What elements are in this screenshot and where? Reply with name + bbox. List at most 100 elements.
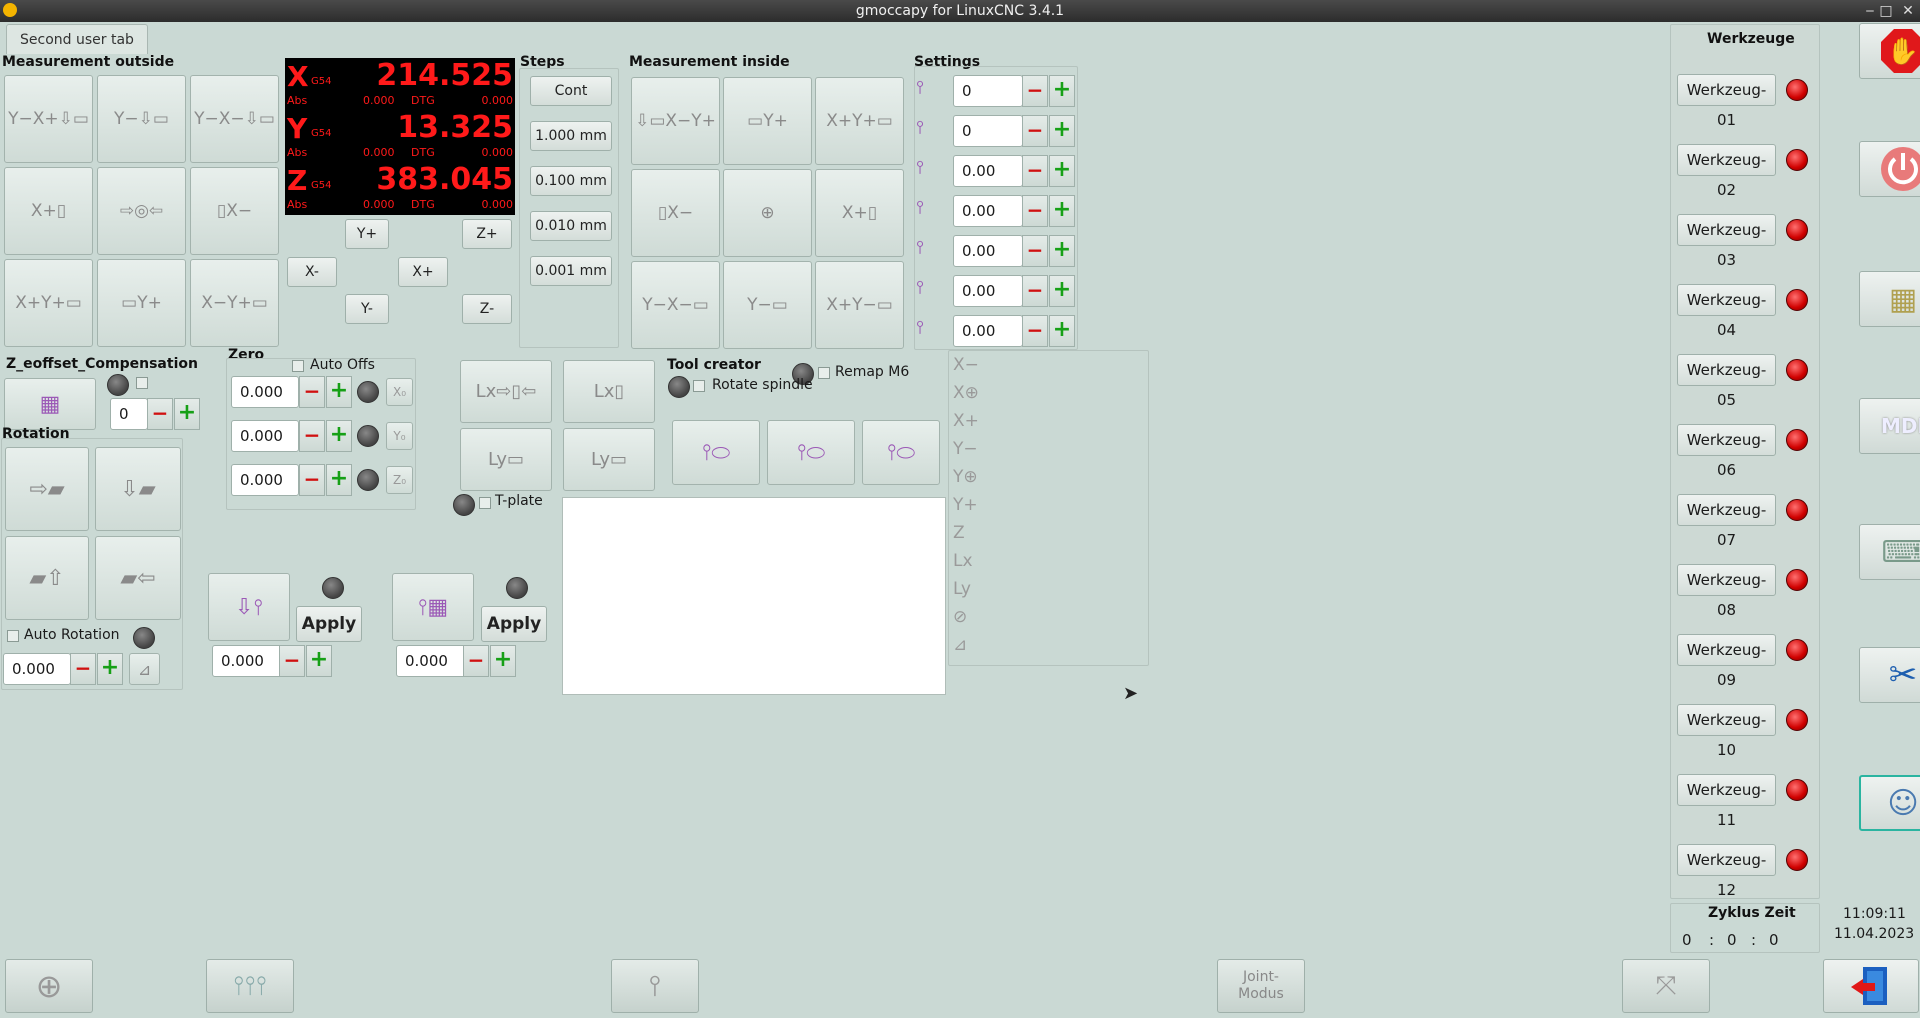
tool-button-1[interactable]: Werkzeug-01 bbox=[1677, 74, 1776, 129]
settings-field-2[interactable]: 0 bbox=[953, 115, 1023, 147]
ly-outside-button[interactable]: Ly▭ bbox=[460, 428, 552, 491]
settings-field-3[interactable]: 0.00 bbox=[953, 155, 1023, 187]
apply2-plus-button[interactable]: + bbox=[490, 645, 516, 677]
eoffset-probe-button[interactable]: ▦ bbox=[4, 378, 96, 430]
zero-field-1[interactable]: 0.000 bbox=[231, 376, 299, 408]
tool-creator-button-2[interactable]: ⫯⬭ bbox=[767, 420, 855, 485]
jog-z-plus-button[interactable]: Z+ bbox=[462, 219, 512, 249]
settings-plus-1[interactable]: + bbox=[1049, 75, 1075, 107]
remap-checkbox[interactable] bbox=[818, 367, 830, 379]
auto-offs-checkbox[interactable] bbox=[292, 360, 304, 372]
measure-outside-button-5[interactable]: ⇨◎⇦ bbox=[97, 167, 186, 255]
settings-field-4[interactable]: 0.00 bbox=[953, 195, 1023, 227]
zero-axis-button-1[interactable]: X₀ bbox=[386, 378, 413, 406]
step-cont-button[interactable]: Cont bbox=[530, 76, 612, 106]
tool-button-9[interactable]: Werkzeug-09 bbox=[1677, 634, 1776, 689]
rotation-x-button[interactable]: ⇨▰ bbox=[5, 447, 89, 531]
settings-minus-3[interactable]: − bbox=[1022, 155, 1048, 187]
ly-inside-button[interactable]: Ly▭ bbox=[563, 428, 655, 491]
settings-plus-5[interactable]: + bbox=[1049, 235, 1075, 267]
close-button[interactable]: ✕ bbox=[1898, 0, 1918, 22]
zero-field-2[interactable]: 0.000 bbox=[231, 420, 299, 452]
tool-button-7[interactable]: Werkzeug-07 bbox=[1677, 494, 1776, 549]
settings-minus-2[interactable]: − bbox=[1022, 115, 1048, 147]
measure-inside-button-1[interactable]: ⇩▭X−Y+ bbox=[631, 77, 720, 165]
tab-second-user[interactable]: Second user tab bbox=[6, 24, 148, 54]
zero-minus-1[interactable]: − bbox=[299, 376, 325, 408]
lx-inside-button[interactable]: Lx▯ bbox=[563, 360, 655, 423]
home-all-button[interactable]: ⊕ bbox=[5, 959, 93, 1013]
rotation-y-button[interactable]: ⇩▰ bbox=[95, 447, 181, 531]
step-001mm-button[interactable]: 0.010 mm bbox=[530, 211, 612, 241]
tool-button-4[interactable]: Werkzeug-04 bbox=[1677, 284, 1776, 339]
settings-field-5[interactable]: 0.00 bbox=[953, 235, 1023, 267]
rotation-apply-button[interactable]: ⊿ bbox=[129, 653, 160, 685]
rotate-spindle-checkbox[interactable] bbox=[693, 380, 705, 392]
tool-button-11[interactable]: Werkzeug-11 bbox=[1677, 774, 1776, 829]
measure-inside-button-5[interactable]: ⊕ bbox=[723, 169, 812, 257]
user-tabs-button[interactable]: ☺ bbox=[1859, 775, 1920, 831]
zero-plus-1[interactable]: + bbox=[326, 376, 352, 408]
tool-length-probe-button[interactable]: ⇩⫯ bbox=[208, 573, 290, 641]
settings-minus-6[interactable]: − bbox=[1022, 275, 1048, 307]
settings-plus-7[interactable]: + bbox=[1049, 315, 1075, 347]
maximize-button[interactable]: □ bbox=[1876, 0, 1896, 22]
mdi-mode-button[interactable]: MDI bbox=[1859, 398, 1920, 454]
settings-field-1[interactable]: 0 bbox=[953, 75, 1023, 107]
tool-button-12[interactable]: Werkzeug-12 bbox=[1677, 844, 1776, 899]
power-button[interactable] bbox=[1859, 141, 1920, 197]
apply2-minus-button[interactable]: − bbox=[463, 645, 489, 677]
settings-field-7[interactable]: 0.00 bbox=[953, 315, 1023, 347]
apply1-minus-button[interactable]: − bbox=[279, 645, 305, 677]
exit-button[interactable] bbox=[1823, 959, 1919, 1013]
fullscreen-button[interactable]: ⤧ bbox=[1622, 959, 1710, 1013]
step-1mm-button[interactable]: 1.000 mm bbox=[530, 121, 612, 151]
measure-outside-button-3[interactable]: Y−X−⇩▭ bbox=[190, 75, 279, 163]
rotation-yb-button[interactable]: ▰⇦ bbox=[95, 536, 181, 620]
eoffset-plus-button[interactable]: + bbox=[174, 398, 200, 430]
auto-rotation-checkbox[interactable] bbox=[7, 630, 19, 642]
tool-button-2[interactable]: Werkzeug-02 bbox=[1677, 144, 1776, 199]
apply1-plus-button[interactable]: + bbox=[306, 645, 332, 677]
eoffset-minus-button[interactable]: − bbox=[147, 398, 173, 430]
tool-button-6[interactable]: Werkzeug-06 bbox=[1677, 424, 1776, 479]
settings-minus-1[interactable]: − bbox=[1022, 75, 1048, 107]
zero-minus-2[interactable]: − bbox=[299, 420, 325, 452]
tool-creator-button-1[interactable]: ⫯⬭ bbox=[672, 420, 760, 485]
zero-field-3[interactable]: 0.000 bbox=[231, 464, 299, 496]
measure-inside-button-3[interactable]: X+Y+▭ bbox=[815, 77, 904, 165]
settings-minus-4[interactable]: − bbox=[1022, 195, 1048, 227]
settings-plus-4[interactable]: + bbox=[1049, 195, 1075, 227]
tool-button[interactable]: ⫯ bbox=[611, 959, 699, 1013]
measure-outside-button-8[interactable]: ▭Y+ bbox=[97, 259, 186, 347]
measure-inside-button-2[interactable]: ▭Y+ bbox=[723, 77, 812, 165]
tool-button-3[interactable]: Werkzeug-03 bbox=[1677, 214, 1776, 269]
settings-plus-6[interactable]: + bbox=[1049, 275, 1075, 307]
touch-off-button[interactable]: ⫯⫯⫯ bbox=[206, 959, 294, 1013]
eoffset-field[interactable]: 0 bbox=[110, 398, 148, 430]
measure-inside-button-9[interactable]: X+Y−▭ bbox=[815, 261, 904, 349]
plate-probe-button[interactable]: ⫯▦ bbox=[392, 573, 474, 641]
jog-x-minus-button[interactable]: X- bbox=[287, 257, 337, 287]
jog-x-plus-button[interactable]: X+ bbox=[398, 257, 448, 287]
tplate-checkbox[interactable] bbox=[479, 497, 491, 509]
settings-mode-button[interactable]: ✂ bbox=[1859, 647, 1920, 703]
measure-outside-button-7[interactable]: X+Y+▭ bbox=[4, 259, 93, 347]
estop-button[interactable]: ✋ bbox=[1859, 23, 1920, 79]
rotation-plus-button[interactable]: + bbox=[97, 653, 123, 685]
measure-outside-button-1[interactable]: Y−X+⇩▭ bbox=[4, 75, 93, 163]
apply-button-2[interactable]: Apply bbox=[481, 606, 547, 642]
tool-button-8[interactable]: Werkzeug-08 bbox=[1677, 564, 1776, 619]
measure-outside-button-6[interactable]: ▯X− bbox=[190, 167, 279, 255]
zero-axis-button-2[interactable]: Y₀ bbox=[386, 422, 413, 450]
jog-z-minus-button[interactable]: Z- bbox=[462, 294, 512, 324]
zero-minus-3[interactable]: − bbox=[299, 464, 325, 496]
manual-mode-button[interactable]: ▦ bbox=[1859, 271, 1920, 327]
tool-creator-button-3[interactable]: ⫯⬭ bbox=[862, 420, 940, 485]
measure-inside-button-8[interactable]: Y−▭ bbox=[723, 261, 812, 349]
measure-outside-button-2[interactable]: Y−⇩▭ bbox=[97, 75, 186, 163]
rotation-field[interactable]: 0.000 bbox=[3, 653, 71, 685]
lx-outside-button[interactable]: Lx⇨▯⇦ bbox=[460, 360, 552, 423]
measure-inside-button-4[interactable]: ▯X− bbox=[631, 169, 720, 257]
eoffset-checkbox[interactable] bbox=[136, 377, 148, 389]
